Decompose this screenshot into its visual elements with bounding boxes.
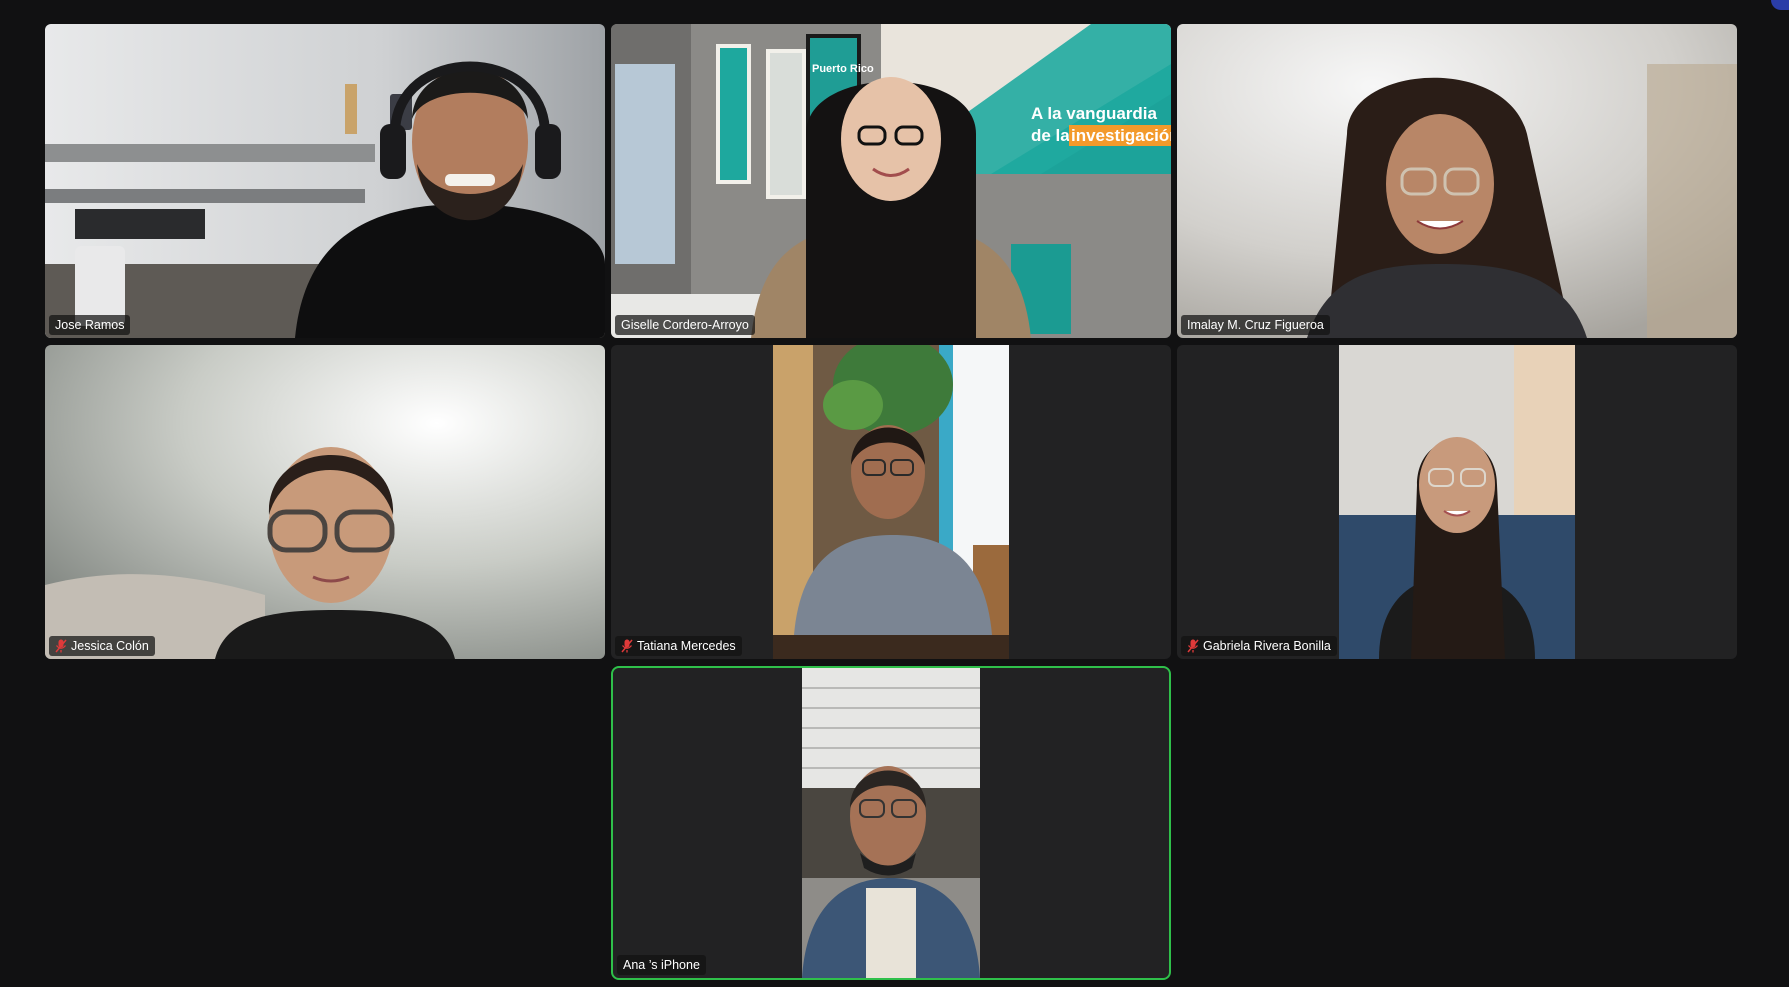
participant-name: Imalay M. Cruz Figueroa (1187, 318, 1324, 332)
participant-name-tag: Tatiana Mercedes (615, 636, 742, 656)
participant-video (802, 668, 980, 978)
participant-name-tag: Jessica Colón (49, 636, 155, 656)
participant-name: Gabriela Rivera Bonilla (1203, 639, 1331, 653)
video-tile-gabriela-rivera-bonilla[interactable]: Gabriela Rivera Bonilla (1177, 345, 1737, 659)
participant-video (1339, 345, 1575, 659)
poster-title: Puerto Rico (812, 63, 874, 75)
video-tile-giselle-cordero-arroyo[interactable]: Puerto Rico A la vanguardia de la invest… (611, 24, 1171, 338)
participant-video (45, 24, 605, 338)
participant-video (45, 345, 605, 659)
participant-name-tag: Gabriela Rivera Bonilla (1181, 636, 1337, 656)
participant-name: Ana ’s iPhone (623, 958, 700, 972)
participant-name-tag: Giselle Cordero-Arroyo (615, 315, 755, 335)
video-tile-jessica-colon[interactable]: Jessica Colón (45, 345, 605, 659)
participant-name-tag: Ana ’s iPhone (617, 955, 706, 975)
video-tile-imalay-m-cruz-figueroa[interactable]: Imalay M. Cruz Figueroa (1177, 24, 1737, 338)
banner-line-2-highlight: investigación (1071, 126, 1171, 145)
participant-name: Giselle Cordero-Arroyo (621, 318, 749, 332)
participant-video (773, 345, 1009, 659)
participant-name: Tatiana Mercedes (637, 639, 736, 653)
participant-name: Jose Ramos (55, 318, 125, 332)
banner-line-2-prefix: de la (1031, 126, 1070, 145)
participant-name: Jessica Colón (71, 639, 149, 653)
video-tile-ana-iphone[interactable]: Ana ’s iPhone (611, 666, 1171, 980)
participant-video: Puerto Rico A la vanguardia de la invest… (611, 24, 1171, 338)
microphone-muted-icon (1187, 639, 1199, 653)
video-tile-jose-ramos[interactable]: Jose Ramos (45, 24, 605, 338)
participant-name-tag: Jose Ramos (49, 315, 131, 335)
window-corner-indicator (1771, 0, 1789, 10)
banner-line-1: A la vanguardia (1031, 104, 1158, 123)
participant-video (1177, 24, 1737, 338)
video-tile-tatiana-mercedes[interactable]: Tatiana Mercedes (611, 345, 1171, 659)
microphone-muted-icon (621, 639, 633, 653)
participant-name-tag: Imalay M. Cruz Figueroa (1181, 315, 1330, 335)
microphone-muted-icon (55, 639, 67, 653)
